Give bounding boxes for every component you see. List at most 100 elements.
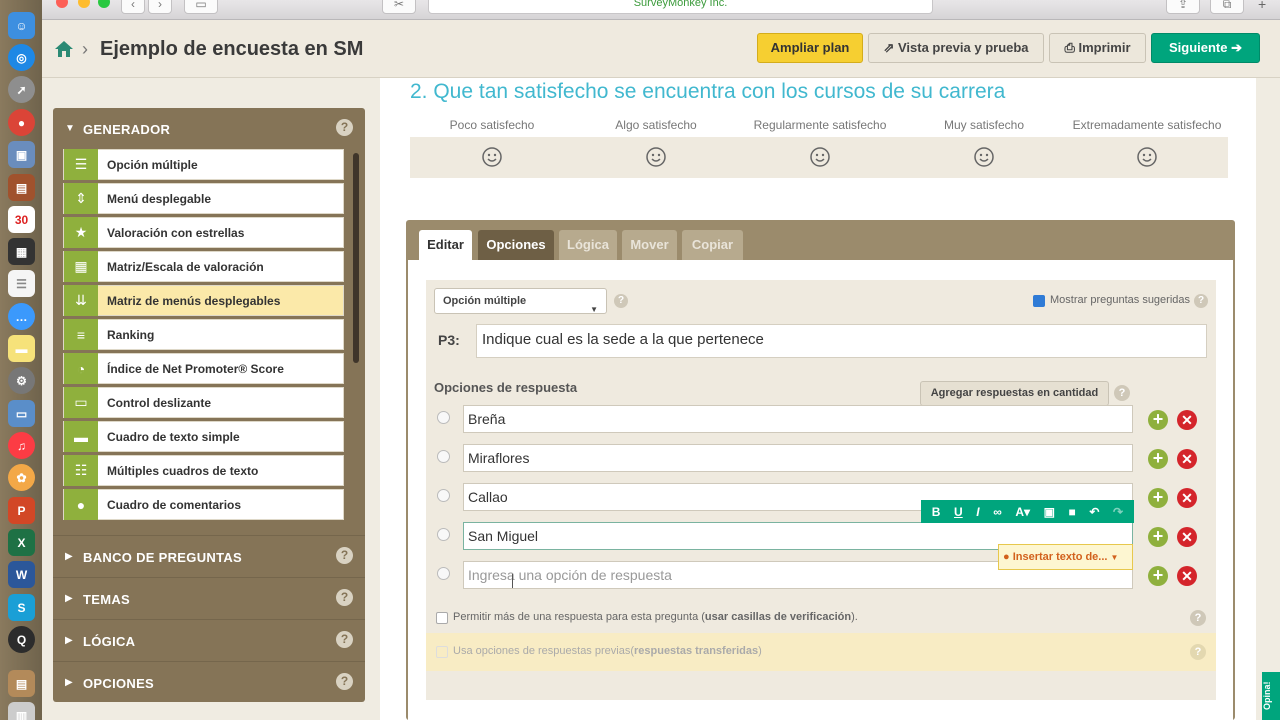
tab-move[interactable]: Mover [622,230,677,260]
add-answer-icon[interactable]: + [1148,527,1168,547]
smiley-icon[interactable] [809,146,831,168]
notes-icon[interactable]: ▬ [8,335,35,362]
finder-icon[interactable]: ☺ [8,12,35,39]
extension-icon[interactable]: ✂ [382,0,416,14]
powerpoint-icon[interactable]: P [8,497,35,524]
tab-edit[interactable]: Editar [419,230,472,260]
quicktime-icon[interactable]: Q [8,626,35,653]
add-answer-icon[interactable]: + [1148,449,1168,469]
question-2-title[interactable]: 2. Que tan satisfecho se encuentra con l… [410,80,1005,104]
reminders-icon[interactable]: ☰ [8,270,35,297]
preview-icon[interactable]: ▣ [8,141,35,168]
tool-item[interactable]: ★ Valoración con estrellas [63,217,344,248]
add-answer-icon[interactable]: + [1148,566,1168,586]
messages-icon[interactable]: … [8,303,35,330]
minimize-window-icon[interactable] [78,0,90,8]
smiley-icon[interactable] [645,146,667,168]
photo-icon[interactable]: ▭ [8,400,35,427]
home-icon[interactable] [54,40,74,58]
smiley-icon[interactable] [481,146,503,168]
help-icon[interactable]: ? [1190,610,1206,626]
upgrade-button[interactable]: Ampliar plan [757,33,863,63]
smiley-icon[interactable] [1136,146,1158,168]
builder-section-header[interactable]: ▼ GENERADOR ? [53,108,365,148]
tab-options[interactable]: Opciones [478,230,554,260]
sidebar-scrollbar[interactable] [353,153,359,363]
launchpad-icon[interactable]: ➚ [8,76,35,103]
add-answer-icon[interactable]: + [1148,410,1168,430]
section-options[interactable]: ▶ OPCIONES ? [53,661,365,703]
delete-answer-icon[interactable]: ✕ [1177,449,1197,469]
tool-item[interactable]: ▬ Cuadro de texto simple [63,421,344,452]
section-themes[interactable]: ▶ TEMAS ? [53,577,365,619]
link-icon[interactable]: ∞ [993,505,1002,519]
folder-icon[interactable]: ▤ [8,670,35,697]
delete-answer-icon[interactable]: ✕ [1177,566,1197,586]
system-preferences-icon[interactable]: ⚙ [8,367,35,394]
forward-icon[interactable]: › [148,0,172,14]
question-type-select[interactable]: Opción múltiple ▼ [434,288,607,314]
help-icon[interactable]: ? [336,673,353,690]
bold-icon[interactable]: B [932,505,941,519]
font-color-icon[interactable]: A▾ [1015,505,1030,519]
show-suggested-checkbox[interactable] [1033,295,1045,307]
image-icon[interactable]: ▣ [1044,505,1055,519]
preview-button[interactable]: ⇗ Vista previa y prueba [868,33,1044,63]
tab-copy[interactable]: Copiar [682,230,743,260]
contacts-icon[interactable]: ▤ [8,174,35,201]
tool-item[interactable]: ● Cuadro de comentarios [63,489,344,520]
photos-icon[interactable]: ✿ [8,464,35,491]
help-icon[interactable]: ? [336,631,353,648]
answer-input[interactable]: Breña [463,405,1133,433]
close-window-icon[interactable] [56,0,68,8]
delete-answer-icon[interactable]: ✕ [1177,527,1197,547]
sidebar-toggle-icon[interactable]: ▭ [184,0,218,14]
help-icon[interactable]: ? [336,547,353,564]
tool-item[interactable]: ☰ Opción múltiple [63,149,344,180]
delete-answer-icon[interactable]: ✕ [1177,488,1197,508]
help-icon[interactable]: ? [1194,294,1208,308]
tool-item[interactable]: ⇊ Matriz de menús desplegables [63,285,344,316]
feedback-tab[interactable]: Opina! [1262,672,1280,720]
tabs-icon[interactable]: ⧉ [1210,0,1244,14]
video-icon[interactable]: ■ [1069,505,1076,519]
skype-icon[interactable]: S [8,594,35,621]
new-tab-icon[interactable]: + [1258,0,1266,12]
back-icon[interactable]: ‹ [121,0,145,14]
delete-answer-icon[interactable]: ✕ [1177,410,1197,430]
tool-item[interactable]: ☷ Múltiples cuadros de texto [63,455,344,486]
tool-item[interactable]: ≡ Ranking [63,319,344,350]
insert-text-dropdown[interactable]: ● Insertar texto de... ▼ [998,544,1133,570]
tool-item[interactable]: ▭ Control deslizante [63,387,344,418]
smiley-icon[interactable] [973,146,995,168]
multiple-answers-checkbox[interactable] [436,612,448,624]
chrome-icon[interactable]: ● [8,109,35,136]
help-icon[interactable]: ? [614,294,628,308]
trash-icon[interactable]: ▥ [8,702,35,720]
calendar-icon[interactable]: 30 [8,206,35,233]
redo-icon[interactable]: ↷ [1113,505,1123,519]
tool-item[interactable]: ▦ Matriz/Escala de valoración [63,251,344,282]
section-question-bank[interactable]: ▶ BANCO DE PREGUNTAS ? [53,535,365,577]
help-icon[interactable]: ? [1190,644,1206,660]
share-icon[interactable]: ⇪ [1166,0,1200,14]
word-icon[interactable]: W [8,561,35,588]
bulk-answers-button[interactable]: Agregar respuestas en cantidad [920,381,1109,406]
itunes-icon[interactable]: ♫ [8,432,35,459]
address-bar[interactable]: SurveyMonkey Inc. [428,0,933,14]
underline-icon[interactable]: U [954,505,963,519]
print-button[interactable]: ⎙ Imprimir [1049,33,1146,63]
next-button[interactable]: Siguiente ➔ [1151,33,1260,63]
mission-control-icon[interactable]: ▦ [8,238,35,265]
tab-logic[interactable]: Lógica [559,230,617,260]
help-icon[interactable]: ? [336,119,353,136]
excel-icon[interactable]: X [8,529,35,556]
help-icon[interactable]: ? [1114,385,1130,401]
question-text-input[interactable]: Indique cual es la sede a la que pertene… [476,324,1207,358]
section-logic[interactable]: ▶ LÓGICA ? [53,619,365,661]
add-answer-icon[interactable]: + [1148,488,1168,508]
undo-icon[interactable]: ↶ [1089,505,1099,519]
italic-icon[interactable]: I [976,505,979,519]
tool-item[interactable]: ⇕ Menú desplegable [63,183,344,214]
carry-forward-checkbox[interactable] [436,646,448,658]
